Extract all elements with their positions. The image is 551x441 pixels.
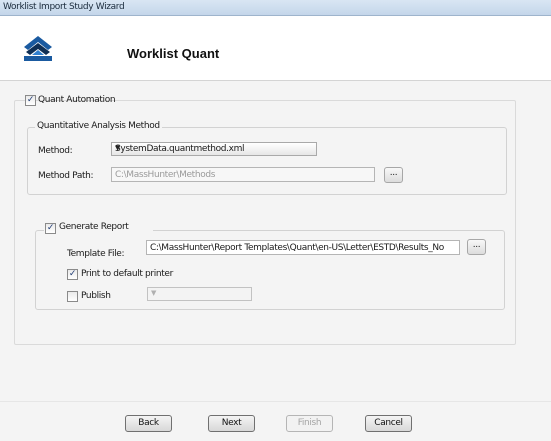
page-title: Worklist Quant: [127, 46, 220, 61]
method-path-label: Method Path:: [38, 171, 94, 181]
quant-automation-label: Quant Automation: [38, 95, 116, 105]
method-group-title: Quantitative Analysis Method: [35, 121, 162, 131]
finish-button[interactable]: Finish: [286, 415, 333, 432]
chevron-down-icon: ▼: [151, 289, 157, 297]
print-default-checkbox[interactable]: ✓: [67, 269, 78, 280]
method-dropdown[interactable]: SystemData.quantmethod.xml ▼: [111, 142, 317, 156]
publish-dropdown[interactable]: ▼: [147, 287, 252, 301]
template-file-field[interactable]: C:\MassHunter\Report Templates\Quant\en-…: [146, 240, 460, 255]
print-default-label: Print to default printer: [81, 269, 173, 279]
template-file-value: C:\MassHunter\Report Templates\Quant\en-…: [150, 243, 444, 253]
method-path-value: C:\MassHunter\Methods: [115, 170, 216, 180]
stacked-chevrons-logo-icon: [24, 36, 52, 61]
template-file-label: Template File:: [67, 249, 125, 259]
quant-automation-checkbox[interactable]: ✓: [25, 95, 36, 106]
chevron-down-icon: ▼: [115, 144, 121, 152]
method-group: [27, 127, 507, 195]
generate-report-label: Generate Report: [59, 222, 129, 232]
method-label: Method:: [38, 146, 73, 156]
publish-label: Publish: [81, 291, 111, 301]
back-button[interactable]: Back: [125, 415, 172, 432]
footer-divider: [0, 401, 551, 402]
wizard-header: Worklist Quant: [0, 16, 551, 81]
title-bar[interactable]: Worklist Import Study Wizard: [0, 0, 551, 16]
generate-report-checkbox[interactable]: ✓: [45, 223, 56, 234]
publish-checkbox[interactable]: [67, 291, 78, 302]
wizard-window: Worklist Import Study Wizard Worklist Qu…: [0, 0, 551, 441]
window-title: Worklist Import Study Wizard: [3, 2, 125, 12]
method-path-browse-button[interactable]: ...: [384, 167, 403, 183]
method-path-field[interactable]: C:\MassHunter\Methods: [111, 167, 375, 182]
cancel-button[interactable]: Cancel: [365, 415, 412, 432]
next-button[interactable]: Next: [208, 415, 255, 432]
template-file-browse-button[interactable]: ...: [467, 239, 486, 255]
